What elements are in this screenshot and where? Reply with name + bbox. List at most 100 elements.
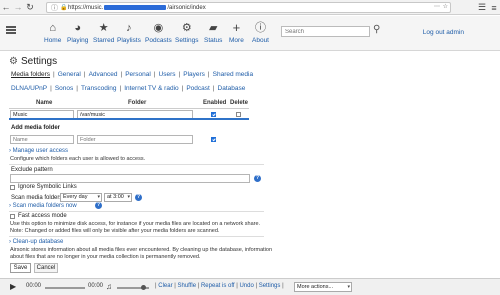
tab-shared-media[interactable]: Shared media (213, 71, 253, 78)
help-icon[interactable]: ? (254, 175, 261, 182)
tab-advanced[interactable]: Advanced (89, 71, 118, 78)
tab-sonos[interactable]: Sonos (55, 85, 73, 92)
more-actions-select[interactable]: More actions... ▾ (294, 282, 352, 292)
col-header-folder: Folder (128, 100, 147, 106)
clear-link[interactable]: Clear (158, 283, 172, 289)
cleanup-database-label: Clean-up database (12, 239, 64, 245)
nav-home[interactable]: ⌂ Home (44, 21, 61, 44)
nav-settings-label: Settings (175, 37, 199, 44)
tab-players[interactable]: Players (183, 71, 205, 78)
divider (9, 164, 264, 165)
url-prefix: https://music. (68, 4, 104, 11)
player-settings-link[interactable]: Settings (259, 283, 281, 289)
player-actions: | Clear | Shuffle | Repeat is off | Undo… (155, 283, 284, 289)
tab-media-folders[interactable]: Media folders (11, 71, 50, 78)
reload-icon[interactable]: ↻ (24, 1, 36, 14)
volume-icon[interactable]: ♫ (106, 282, 112, 291)
current-time: 00:00 (26, 283, 42, 289)
new-folder-path-input[interactable] (77, 135, 193, 144)
browser-menu-icon[interactable]: ≡ (488, 1, 500, 14)
divider (9, 211, 264, 212)
row-highlight-bar (9, 118, 249, 120)
folder-delete-checkbox[interactable] (236, 112, 241, 117)
tab-users[interactable]: Users (159, 71, 176, 78)
ignore-symlinks-checkbox[interactable] (10, 185, 15, 190)
tab-podcast[interactable]: Podcast (186, 85, 210, 92)
settings-tabs-row2: DLNA/UPnP | Sonos | Transcoding | Internet … (11, 85, 246, 92)
tab-general[interactable]: General (58, 71, 81, 78)
exclude-pattern-input[interactable] (10, 174, 250, 183)
user-access-description: Configure which folders each user is all… (10, 156, 146, 162)
scan-now-link[interactable]: › Scan media folders now (9, 203, 77, 209)
col-header-name: Name (36, 100, 53, 106)
save-button[interactable]: Save (10, 263, 31, 273)
tab-personal[interactable]: Personal (125, 71, 151, 78)
col-header-delete: Delete (230, 100, 249, 106)
back-icon[interactable]: ← (0, 1, 12, 14)
redacted-domain (104, 5, 167, 10)
table-header-divider (9, 108, 249, 109)
help-icon[interactable]: ? (135, 194, 142, 201)
ellipsis-icon[interactable]: ⋯ (434, 3, 440, 10)
cleanup-description-2: about files that are no longer in your m… (10, 254, 201, 260)
repeat-link[interactable]: Repeat is off (201, 283, 235, 289)
page-title: Settings (20, 56, 58, 67)
chevron-down-icon: ▾ (347, 284, 350, 290)
nav-playlists[interactable]: ♪ Playlists (117, 21, 141, 44)
nav-more-label: More (229, 37, 244, 44)
tab-internet-tv[interactable]: Internet TV & radio (124, 85, 178, 92)
gear-icon: ⚙ (181, 22, 192, 34)
fast-access-note: Note: Changed or added files will only b… (10, 228, 220, 234)
nav-starred[interactable]: ★ Starred (93, 21, 114, 44)
nav-settings[interactable]: ⚙ Settings (175, 21, 199, 44)
cleanup-database-link[interactable]: › Clean-up database (9, 239, 63, 245)
progress-track[interactable] (45, 287, 85, 289)
search-input[interactable] (281, 26, 370, 37)
play-icon[interactable]: ▶ (10, 282, 16, 291)
nav-playing[interactable]: ◕ Playing (67, 21, 88, 44)
search-icon[interactable]: ⚲ (373, 24, 380, 35)
undo-link[interactable]: Undo (239, 283, 253, 289)
scan-now-label: Scan media folders now (12, 203, 77, 209)
tab-dlna[interactable]: DLNA/UPnP (11, 85, 47, 92)
volume-knob[interactable] (141, 285, 146, 290)
new-folder-name-input[interactable] (10, 135, 74, 144)
folder-enabled-checkbox[interactable] (211, 112, 216, 117)
nav-podcasts[interactable]: ◉ Podcasts (145, 21, 172, 44)
browser-toolbar: ← → ↻ ⓘ 🔒 https://music. /airsonic/index… (0, 0, 500, 15)
forward-icon[interactable]: → (12, 1, 24, 14)
headphones-icon: ◕ (74, 22, 81, 34)
scan-interval-select[interactable]: Every day ▾ (60, 193, 102, 202)
info-icon[interactable]: ⓘ (51, 3, 60, 13)
scan-time-select[interactable]: at 3:00 ▾ (104, 193, 132, 202)
hamburger-menu-icon[interactable] (6, 26, 16, 34)
add-media-folder-label: Add media folder (11, 125, 61, 131)
chevron-down-icon: ▾ (127, 194, 130, 200)
total-time: 00:00 (88, 283, 104, 289)
manage-user-access-label: Manage user access (12, 148, 69, 154)
cleanup-description: Airsonic stores information about all me… (10, 247, 273, 253)
music-note-icon: ♪ (126, 22, 132, 34)
logout-link[interactable]: Log out admin (423, 29, 464, 36)
tab-database[interactable]: Database (218, 85, 246, 92)
app-header: ⌂ Home ◕ Playing ★ Starred ♪ Playlists ◉… (0, 16, 500, 51)
divider (9, 236, 264, 237)
chevron-down-icon: ▾ (97, 194, 100, 200)
col-header-enabled: Enabled (203, 100, 227, 106)
library-icon[interactable]: ☰ (476, 1, 488, 14)
new-folder-enabled-checkbox[interactable] (211, 137, 216, 142)
manage-user-access-link[interactable]: › Manage user access (9, 148, 68, 154)
fast-access-checkbox[interactable] (10, 214, 15, 219)
tab-transcoding[interactable]: Transcoding (81, 85, 117, 92)
nav-more[interactable]: + More (229, 21, 244, 45)
nav-about-label: About (252, 37, 269, 44)
nav-playing-label: Playing (67, 37, 89, 44)
fast-access-description: Use this option to minimize disk access,… (10, 221, 261, 227)
nav-status[interactable]: ▰ Status (204, 21, 222, 44)
shuffle-link[interactable]: Shuffle (177, 283, 196, 289)
address-bar[interactable]: ⓘ 🔒 https://music. /airsonic/index ⋯ ☆ (46, 2, 451, 13)
help-icon[interactable]: ? (95, 202, 102, 209)
bookmark-star-icon[interactable]: ☆ (443, 3, 448, 10)
cancel-button[interactable]: Cancel (34, 263, 58, 273)
nav-about[interactable]: ⓘ About (252, 21, 269, 44)
